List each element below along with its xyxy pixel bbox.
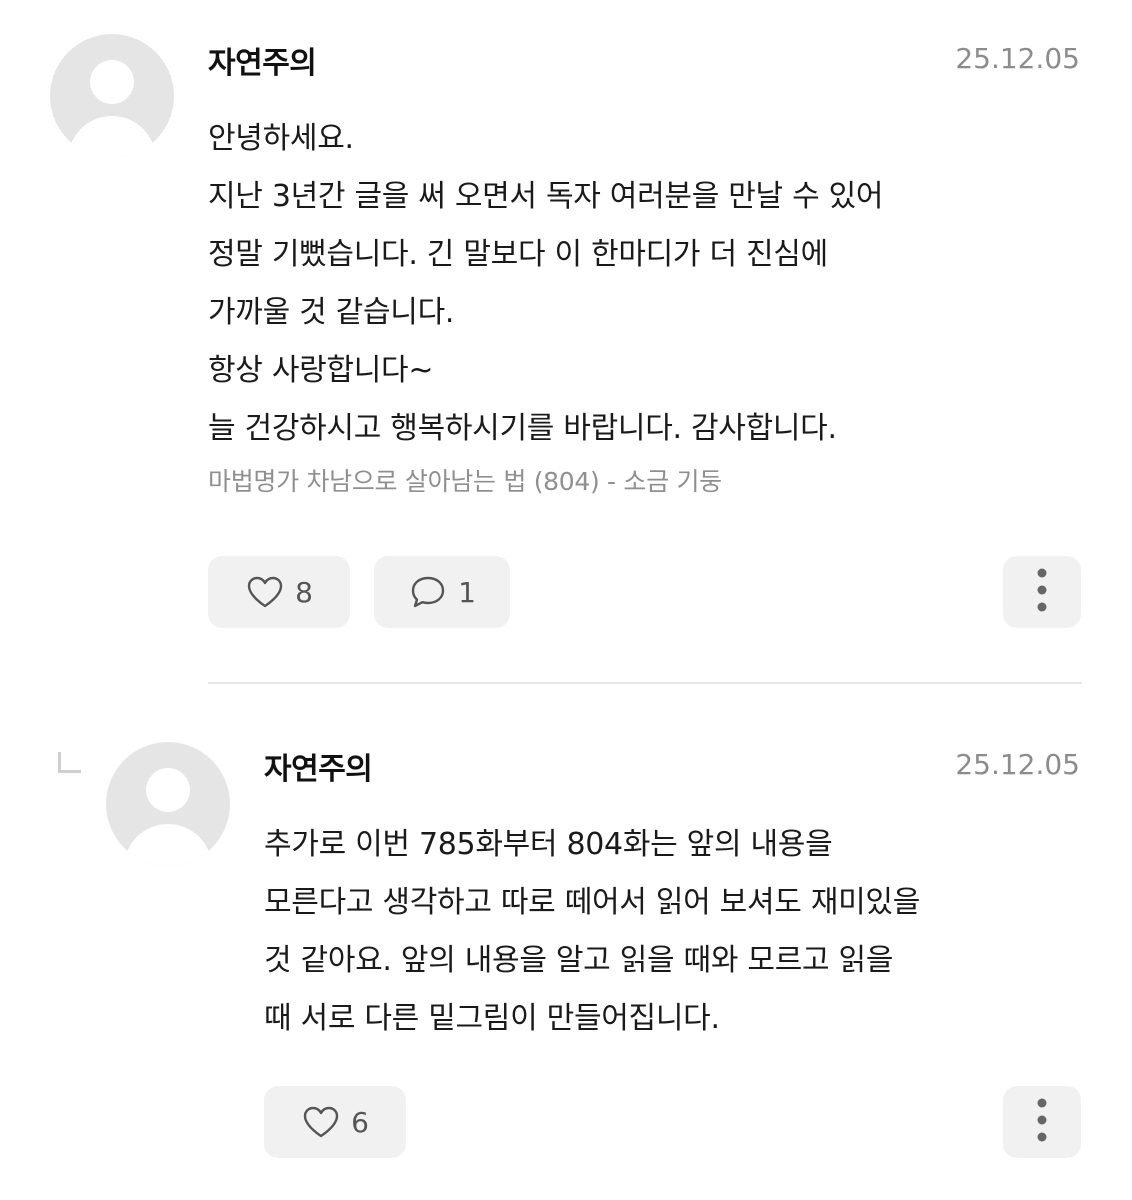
comment-line: 정말 기뻤습니다. 긴 말보다 이 한마디가 더 진심에	[208, 237, 828, 272]
heart-icon	[245, 572, 285, 612]
more-options-button[interactable]	[1003, 556, 1081, 628]
comment-line: 것 같아요. 앞의 내용을 알고 읽을 때와 모르고 읽을	[264, 943, 894, 978]
comment-line: 늘 건강하시고 행복하시기를 바랍니다. 감사합니다.	[208, 411, 837, 446]
comment-line: 안녕하세요.	[208, 121, 354, 156]
comment-line: 추가로 이번 785화부터 804화는 앞의 내용을	[264, 827, 833, 862]
like-count: 8	[295, 575, 313, 609]
episode-source-link[interactable]: 마법명가 차남으로 살아남는 법 (804) - 소금 기둥	[208, 462, 722, 498]
like-button[interactable]: 8	[208, 556, 350, 628]
more-vertical-icon	[1036, 1097, 1048, 1147]
avatar-head-shape	[146, 768, 190, 812]
like-count: 6	[351, 1105, 369, 1139]
avatar[interactable]	[50, 34, 174, 158]
comment-divider	[208, 682, 1082, 684]
comment-line: 가까울 것 같습니다.	[208, 295, 455, 330]
comment-icon	[408, 572, 448, 612]
avatar[interactable]	[106, 742, 230, 866]
avatar-body-shape	[68, 116, 156, 158]
reply-button[interactable]: 1	[374, 556, 510, 628]
comment-body: 추가로 이번 785화부터 804화는 앞의 내용을 모른다고 생각하고 따로 …	[264, 816, 920, 1048]
comment-line: 때 서로 다른 밑그림이 만들어집니다.	[264, 1001, 720, 1036]
comment-username[interactable]: 자연주의	[208, 38, 317, 82]
comment-line: 지난 3년간 글을 써 오면서 독자 여러분을 만날 수 있어	[208, 179, 884, 214]
reply-arrow-icon	[58, 752, 81, 773]
like-button[interactable]: 6	[264, 1086, 406, 1158]
reply-count: 1	[458, 575, 476, 609]
comment-date: 25.12.05	[955, 748, 1080, 781]
comment-date: 25.12.05	[955, 42, 1080, 75]
comment-username[interactable]: 자연주의	[264, 744, 373, 788]
avatar-head-shape	[90, 60, 134, 104]
heart-icon	[301, 1102, 341, 1142]
more-options-button[interactable]	[1003, 1086, 1081, 1158]
more-vertical-icon	[1036, 567, 1048, 617]
avatar-body-shape	[124, 824, 212, 866]
comment-line: 모른다고 생각하고 따로 떼어서 읽어 보셔도 재미있을	[264, 885, 921, 920]
comment-line: 항상 사랑합니다~	[208, 353, 434, 388]
comment-body: 안녕하세요. 지난 3년간 글을 써 오면서 독자 여러분을 만날 수 있어 정…	[208, 110, 884, 458]
